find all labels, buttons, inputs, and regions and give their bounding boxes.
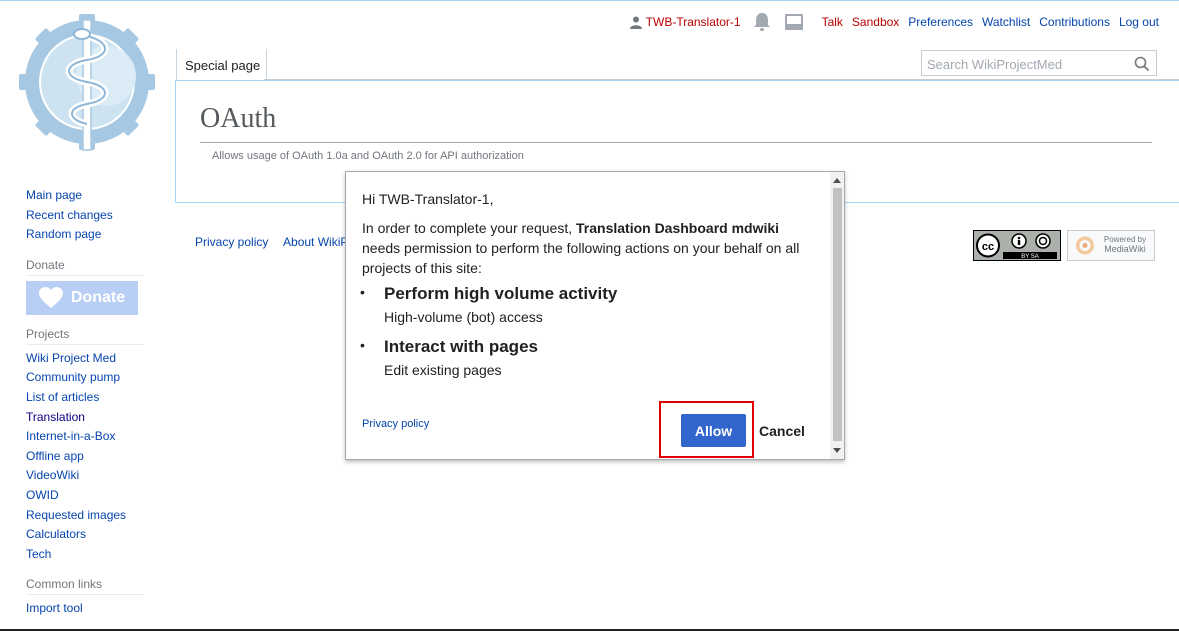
page-title: OAuth	[200, 103, 277, 134]
user-page-link[interactable]: TWB-Translator-1	[629, 15, 741, 29]
bullet: •	[360, 337, 365, 353]
oauth-authorization-dialog: Hi TWB-Translator-1, In order to complet…	[345, 171, 845, 460]
username-label: TWB-Translator-1	[645, 15, 741, 29]
personal-tools: TWB-Translator-1 Talk Sandbox Preference…	[619, 12, 1159, 32]
sidebar-item-calculators[interactable]: Calculators	[26, 526, 146, 546]
talk-link[interactable]: Talk	[822, 15, 843, 29]
sidebar-item-internet-in-a-box[interactable]: Internet-in-a-Box	[26, 428, 146, 448]
svg-text:cc: cc	[982, 241, 994, 253]
powered-by-mediawiki-badge[interactable]: Powered by MediaWiki	[1067, 230, 1155, 266]
page-subtitle: Allows usage of OAuth 1.0a and OAuth 2.0…	[212, 150, 524, 162]
sidebar-item-owid[interactable]: OWID	[26, 487, 146, 507]
cancel-button[interactable]: Cancel	[759, 423, 805, 439]
notifications-icon[interactable]	[752, 12, 772, 32]
donate-button[interactable]: Donate	[26, 280, 138, 315]
permission-title: Interact with pages	[384, 337, 538, 356]
permission-item: • Perform high volume activity High-volu…	[360, 284, 618, 325]
sidebar-heading-common-links: Common links	[26, 577, 144, 596]
permission-item: • Interact with pages Edit existing page…	[360, 337, 538, 378]
scrollbar-thumb[interactable]	[833, 188, 842, 441]
cc-badge-label: BY SA	[1021, 254, 1039, 260]
sandbox-link[interactable]: Sandbox	[852, 15, 899, 29]
search-box[interactable]	[921, 50, 1157, 76]
dialog-intro: In order to complete your request, Trans…	[362, 218, 802, 278]
dialog-greeting: Hi TWB-Translator-1,	[362, 191, 494, 207]
search-input[interactable]	[927, 55, 1127, 73]
sidebar: Main page Recent changes Random page Don…	[26, 187, 146, 620]
bullet: •	[360, 284, 365, 300]
watchlist-link[interactable]: Watchlist	[982, 15, 1030, 29]
preferences-link[interactable]: Preferences	[908, 15, 973, 29]
top-border	[0, 0, 1179, 1]
sidebar-item-import-tool[interactable]: Import tool	[26, 600, 146, 620]
sidebar-item-videowiki[interactable]: VideoWiki	[26, 467, 146, 487]
cc-by-sa-badge[interactable]: cc BY SA	[973, 230, 1061, 266]
title-divider	[200, 142, 1152, 143]
sidebar-item-wiki-project-med[interactable]: Wiki Project Med	[26, 350, 146, 370]
contributions-link[interactable]: Contributions	[1039, 15, 1110, 29]
permission-title: Perform high volume activity	[384, 284, 618, 303]
sidebar-heading-projects: Projects	[26, 327, 144, 345]
sidebar-item-random-page[interactable]: Random page	[26, 226, 146, 246]
sidebar-item-requested-images[interactable]: Requested images	[26, 507, 146, 527]
dialog-intro-after: needs permission to perform the followin…	[362, 240, 800, 276]
sidebar-item-list-of-articles[interactable]: List of articles	[26, 389, 146, 409]
search-icon[interactable]	[1134, 56, 1150, 77]
sidebar-item-translation[interactable]: Translation	[26, 409, 146, 429]
heart-icon	[38, 286, 63, 308]
dialog-privacy-link[interactable]: Privacy policy	[362, 418, 429, 430]
permission-description: Edit existing pages	[384, 362, 502, 378]
sidebar-item-offline-app[interactable]: Offline app	[26, 448, 146, 468]
scroll-up-arrow-icon[interactable]	[833, 178, 841, 183]
sidebar-item-recent-changes[interactable]: Recent changes	[26, 207, 146, 227]
notices-tray-icon[interactable]	[784, 12, 804, 32]
mw-badge-label-1: Powered by	[1104, 235, 1146, 244]
allow-button[interactable]: Allow	[681, 414, 746, 447]
user-icon	[629, 16, 642, 29]
dialog-intro-before: In order to complete your request,	[362, 220, 573, 236]
footer-privacy-link[interactable]: Privacy policy	[195, 235, 268, 249]
donate-button-label: Donate	[70, 288, 126, 306]
scroll-down-arrow-icon[interactable]	[833, 448, 841, 453]
sidebar-item-community-pump[interactable]: Community pump	[26, 369, 146, 389]
dialog-app-name: Translation Dashboard mdwiki	[576, 220, 780, 236]
footer-links: Privacy policy About WikiP	[195, 235, 360, 249]
tab-special-page[interactable]: Special page	[176, 49, 268, 80]
logout-link[interactable]: Log out	[1119, 15, 1159, 29]
sidebar-item-main-page[interactable]: Main page	[26, 187, 146, 207]
site-logo[interactable]	[16, 6, 158, 156]
permission-description: High-volume (bot) access	[384, 309, 543, 325]
sidebar-heading-donate: Donate	[26, 258, 144, 276]
dialog-scrollbar[interactable]	[830, 172, 844, 459]
sidebar-item-tech[interactable]: Tech	[26, 546, 146, 566]
footer-about-link[interactable]: About WikiP	[283, 235, 348, 249]
mw-badge-label-2: MediaWiki	[1104, 244, 1146, 254]
